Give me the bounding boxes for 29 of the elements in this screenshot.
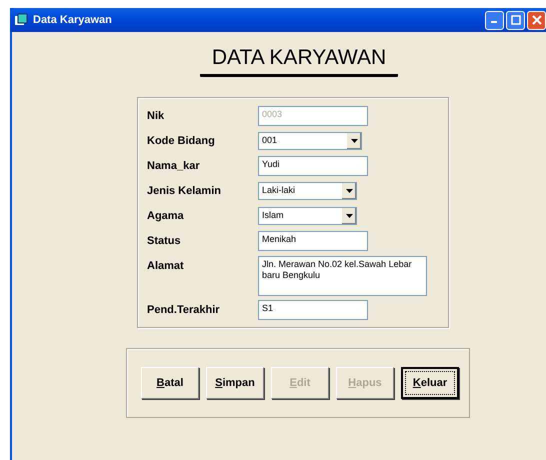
action-button[interactable]: Batal	[141, 367, 199, 399]
window-title: Data Karyawan	[33, 14, 113, 26]
close-icon	[532, 15, 542, 25]
field-label: Alamat	[147, 259, 185, 272]
minimize-button[interactable]	[485, 10, 504, 30]
action-button[interactable]: Simpan	[206, 367, 264, 399]
field-label: Status	[147, 234, 182, 247]
field-label: Jenis Kelamin	[147, 184, 222, 197]
action-button[interactable]: Keluar	[401, 367, 459, 399]
text-field[interactable]: Menikah	[258, 231, 368, 251]
dropdown-field[interactable]: Islam	[258, 207, 357, 225]
dropdown-field[interactable]: Laki-laki	[258, 182, 357, 200]
text-field[interactable]: Yudi	[258, 156, 368, 176]
form-heading: DATA KARYAWAN	[200, 46, 398, 77]
maximize-icon	[510, 15, 520, 25]
maximize-button[interactable]	[506, 10, 525, 30]
address-field[interactable]: Jln. Merawan No.02 kel.Sawah Lebar baru Bengkulu	[258, 256, 427, 296]
close-button[interactable]	[527, 10, 546, 30]
text-field[interactable]: S1	[258, 300, 368, 320]
app-icon	[14, 13, 28, 27]
field-label: Nik	[147, 109, 166, 122]
field-label: Agama	[147, 209, 185, 222]
field-label: Nama_kar	[147, 159, 201, 172]
dropdown-arrow-icon	[346, 189, 352, 193]
dropdown-arrow-icon	[350, 139, 358, 143]
dropdown-field[interactable]: 001	[258, 132, 362, 150]
field-label: Kode Bidang	[147, 134, 216, 147]
field-label: Pend.Terakhir	[147, 303, 221, 316]
dropdown-arrow-icon	[346, 214, 352, 218]
